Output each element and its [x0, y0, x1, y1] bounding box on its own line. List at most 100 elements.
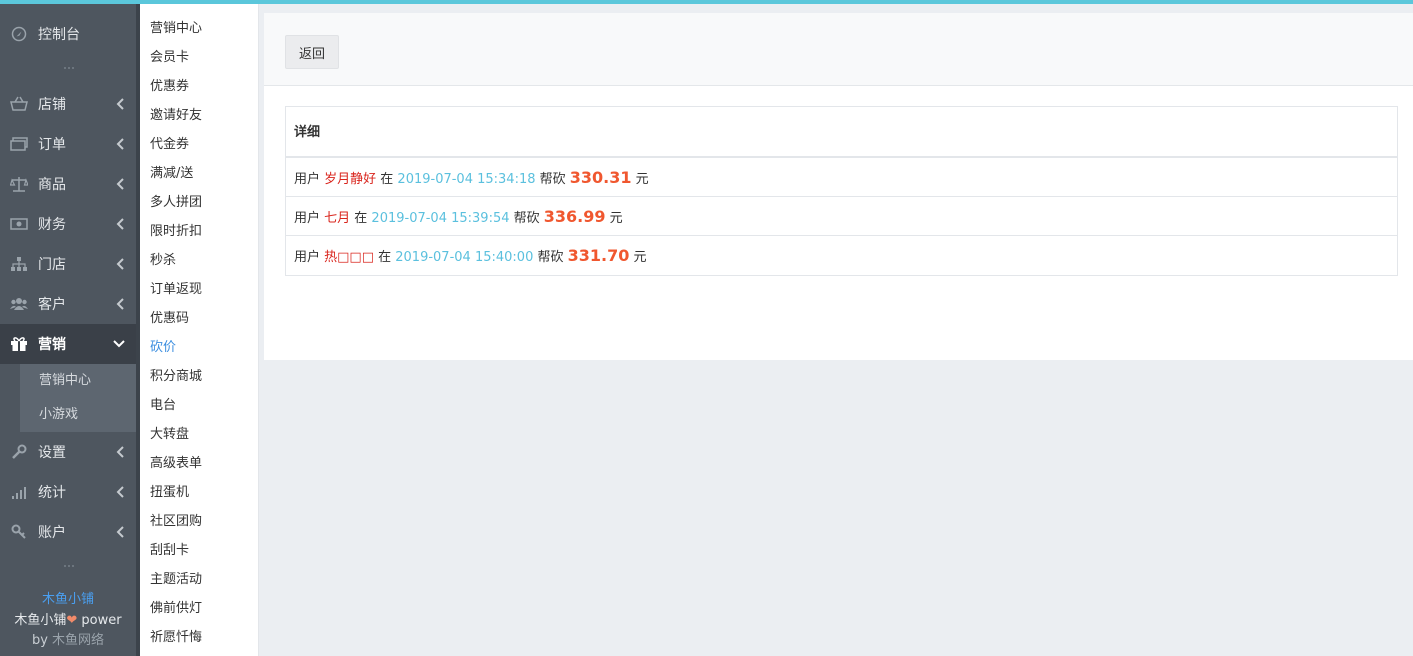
- row-user-prefix: 用户: [294, 211, 325, 226]
- row-at: 在: [376, 172, 398, 187]
- row-at: 在: [374, 250, 396, 265]
- submenu-item-mini-games[interactable]: 小游戏: [20, 398, 136, 432]
- row-amount: 330.31: [569, 168, 632, 187]
- row-user-prefix: 用户: [294, 172, 325, 187]
- footer-by-name: 木鱼网络: [52, 633, 105, 648]
- chevron-down-icon: [113, 340, 125, 348]
- row-user-prefix: 用户: [294, 250, 325, 265]
- row-action: 帮砍: [533, 250, 568, 265]
- row-unit: 元: [629, 250, 647, 265]
- sidebar-item-customers[interactable]: 客户: [0, 284, 136, 324]
- menu2-item[interactable]: 电台: [150, 396, 176, 416]
- menu2-item[interactable]: 佛前供灯: [150, 599, 202, 619]
- menu2-item[interactable]: 社区团购: [150, 512, 202, 532]
- table-row: 用户 岁月静好 在 2019-07-04 15:34:18 帮砍 330.31 …: [286, 158, 1397, 197]
- sidebar-item-label: 控制台: [38, 27, 80, 43]
- basket-icon: [10, 95, 28, 113]
- footer-by: by 木鱼网络: [0, 629, 136, 648]
- footer-power-suffix: power: [77, 613, 122, 628]
- sidebar-item-statistics[interactable]: 统计: [0, 472, 136, 512]
- sidebar-item-label: 设置: [38, 445, 66, 461]
- row-amount: 331.70: [567, 246, 630, 265]
- sidebar-item-dashboard[interactable]: 控制台: [0, 14, 136, 54]
- signal-icon: [10, 483, 28, 501]
- sidebar-item-label: 账户: [38, 525, 66, 541]
- main-panel: 返回 详细 用户 岁月静好 在 2019-07-04 15:34:18 帮砍 3…: [264, 13, 1413, 360]
- menu2-item[interactable]: 高级表单: [150, 454, 202, 474]
- users-icon: [10, 295, 28, 313]
- row-time: 2019-07-04 15:34:18: [397, 172, 536, 187]
- menu2-item[interactable]: 优惠码: [150, 309, 189, 329]
- sidebar-item-products[interactable]: 商品: [0, 164, 136, 204]
- sidebar-item-label: 店铺: [38, 97, 66, 113]
- menu2-item[interactable]: 营销中心: [150, 19, 202, 39]
- menu2-item[interactable]: 优惠券: [150, 77, 189, 97]
- sidebar-item-label: 商品: [38, 177, 66, 193]
- row-time: 2019-07-04 15:39:54: [371, 211, 510, 226]
- menu2-item[interactable]: 刮刮卡: [150, 541, 189, 561]
- key-icon: [10, 523, 28, 541]
- sidebar-divider-dots: [62, 66, 76, 70]
- back-button[interactable]: 返回: [285, 35, 339, 69]
- menu2-item[interactable]: 积分商城: [150, 367, 202, 387]
- sidebar-item-label: 门店: [38, 257, 66, 273]
- sidebar-item-store[interactable]: 店铺: [0, 84, 136, 124]
- row-unit: 元: [631, 172, 649, 187]
- menu2-item[interactable]: 多人拼团: [150, 193, 202, 213]
- chevron-left-icon: [116, 486, 124, 498]
- marketing-secondary-menu: 营销中心 会员卡 优惠券 邀请好友 代金券 满减/送 多人拼团 限时折扣 秒杀 …: [140, 4, 259, 656]
- sidebar-item-label: 统计: [38, 485, 66, 501]
- chevron-left-icon: [116, 258, 124, 270]
- menu2-item[interactable]: 扭蛋机: [150, 483, 189, 503]
- sidebar-item-label: 财务: [38, 217, 66, 233]
- chevron-left-icon: [116, 526, 124, 538]
- submenu-item-marketing-center[interactable]: 营销中心: [20, 364, 136, 398]
- footer-brand: 木鱼小铺: [41, 592, 94, 607]
- marketing-submenu: 营销中心 小游戏: [20, 364, 136, 432]
- menu2-item[interactable]: 祈愿忏悔: [150, 628, 202, 648]
- sitemap-icon: [10, 255, 28, 273]
- menu2-item[interactable]: 秒杀: [150, 251, 176, 271]
- menu2-item[interactable]: 邀请好友: [150, 106, 202, 126]
- sidebar-item-orders[interactable]: 订单: [0, 124, 136, 164]
- menu2-item[interactable]: 订单返现: [150, 280, 202, 300]
- chevron-left-icon: [116, 218, 124, 230]
- row-time: 2019-07-04 15:40:00: [395, 250, 534, 265]
- money-icon: [10, 135, 28, 153]
- menu2-item[interactable]: 限时折扣: [150, 222, 202, 242]
- row-action: 帮砍: [535, 172, 570, 187]
- row-amount: 336.99: [543, 207, 606, 226]
- footer-power-name: 木鱼小铺: [14, 613, 67, 628]
- sidebar-item-account[interactable]: 账户: [0, 512, 136, 552]
- menu2-item[interactable]: 满减/送: [150, 164, 193, 184]
- balance-scale-icon: [10, 175, 28, 193]
- bargain-detail-table: 详细 用户 岁月静好 在 2019-07-04 15:34:18 帮砍 330.…: [285, 106, 1398, 276]
- toolbar: 返回: [264, 13, 1413, 86]
- menu2-item[interactable]: 会员卡: [150, 48, 189, 68]
- row-at: 在: [350, 211, 372, 226]
- heart-icon: ❤: [66, 613, 78, 628]
- sidebar-item-label: 营销: [38, 337, 66, 353]
- table-header: 详细: [286, 107, 1397, 158]
- chevron-left-icon: [116, 98, 124, 110]
- chevron-left-icon: [116, 446, 124, 458]
- sidebar-item-finance[interactable]: 财务: [0, 204, 136, 244]
- gift-icon: [10, 335, 28, 353]
- footer-power: 木鱼小铺❤ power: [0, 609, 136, 628]
- menu2-item-bargain[interactable]: 砍价: [150, 338, 176, 358]
- menu2-item[interactable]: 大转盘: [150, 425, 189, 445]
- sidebar-item-label: 客户: [38, 297, 66, 313]
- menu2-item[interactable]: 代金券: [150, 135, 189, 155]
- footer-by-prefix: by: [31, 633, 53, 648]
- table-row: 用户 热□□□ 在 2019-07-04 15:40:00 帮砍 331.70 …: [286, 236, 1397, 275]
- chevron-left-icon: [116, 298, 124, 310]
- sidebar-item-label: 订单: [38, 137, 66, 153]
- wrench-icon: [10, 443, 28, 461]
- chevron-left-icon: [116, 138, 124, 150]
- cash-icon: [10, 215, 28, 233]
- sidebar-divider-dots: [62, 564, 76, 568]
- sidebar-item-stores[interactable]: 门店: [0, 244, 136, 284]
- sidebar-item-marketing[interactable]: 营销: [0, 324, 136, 364]
- menu2-item[interactable]: 主题活动: [150, 570, 202, 590]
- sidebar-item-settings[interactable]: 设置: [0, 432, 136, 472]
